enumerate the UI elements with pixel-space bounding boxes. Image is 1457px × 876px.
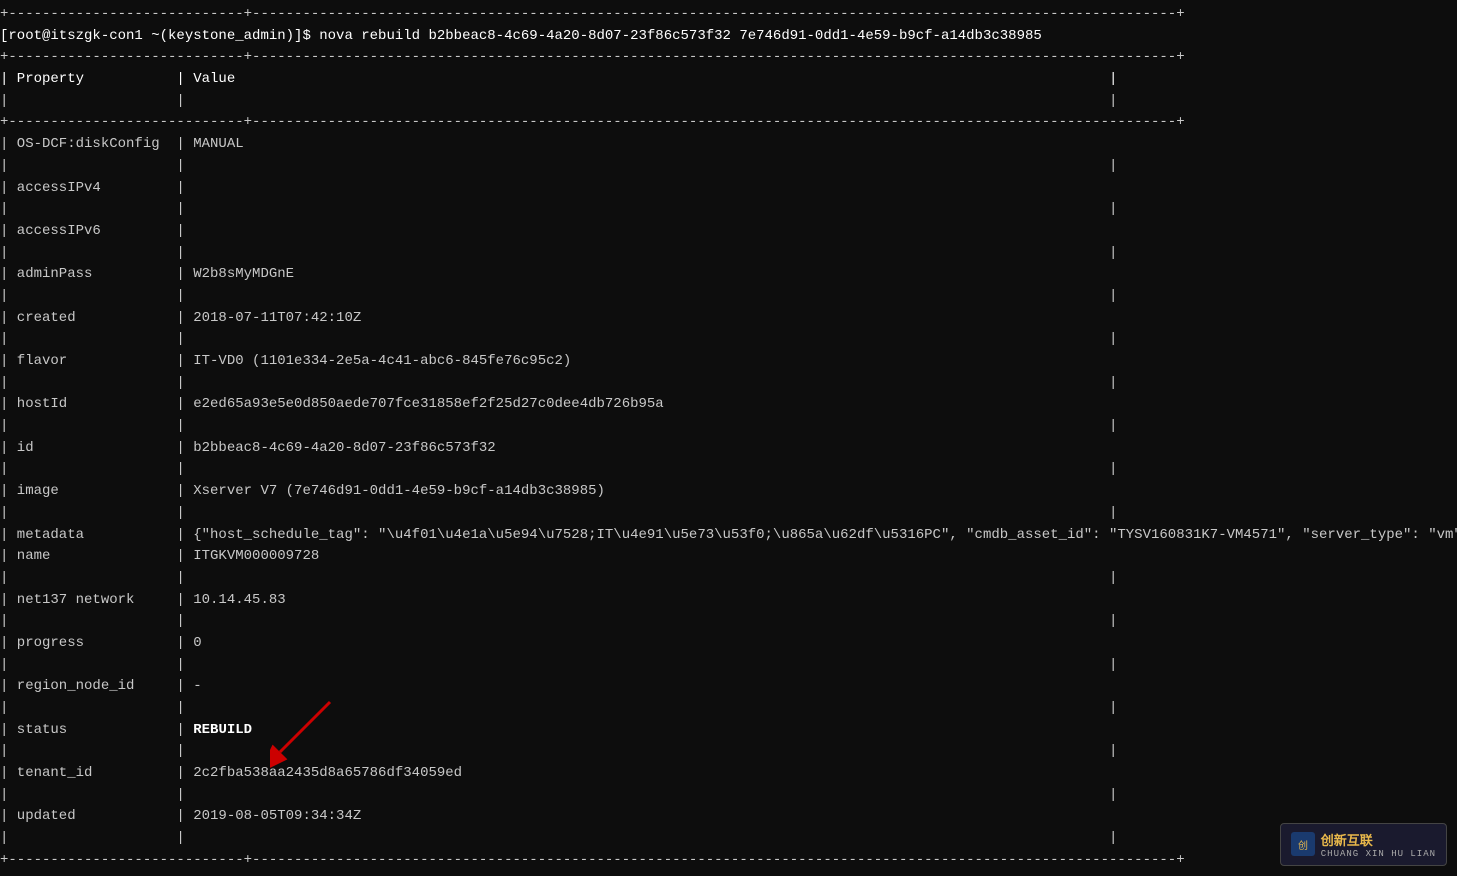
separator-after-command: +----------------------------+----------… [0, 47, 1457, 69]
table-row-group: | accessIPv6 | [0, 221, 1457, 243]
table-row: | hostId | e2ed65a93e5e0d850aede707fce31… [0, 394, 1457, 416]
row-pipe: | | | [0, 199, 1457, 221]
header-separator: +----------------------------+----------… [0, 112, 1457, 134]
row-pipe: | | | [0, 698, 1457, 720]
table-row-group: | image | Xserver V7 (7e746d91-0dd1-4e59… [0, 481, 1457, 503]
row-pipe: | | | [0, 568, 1457, 590]
table-row-group: | tenant_id | 2c2fba538aa2435d8a65786df3… [0, 763, 1457, 785]
table-row: | progress | 0 [0, 633, 1457, 655]
table-row-group: | adminPass | W2b8sMyMDGnE [0, 264, 1457, 286]
row-pipe: | | | [0, 416, 1457, 438]
table-row: | created | 2018-07-11T07:42:10Z [0, 308, 1457, 330]
table-row: | id | b2bbeac8-4c69-4a20-8d07-23f86c573… [0, 438, 1457, 460]
table-row: | tenant_id | 2c2fba538aa2435d8a65786df3… [0, 763, 1457, 785]
top-separator: +----------------------------+----------… [0, 4, 1457, 26]
table-row-group: | region_node_id | - [0, 676, 1457, 698]
table-row: | updated | 2019-08-05T09:34:34Z [0, 806, 1457, 828]
table-row-group: | status | REBUILD [0, 720, 1457, 742]
row-pipe: | | | [0, 373, 1457, 395]
table-row-group: | accessIPv4 | [0, 178, 1457, 200]
row-pipe: | | | [0, 785, 1457, 807]
row-pipe: | | | [0, 611, 1457, 633]
table-row-group: | metadata | {"host_schedule_tag": "\u4f… [0, 525, 1457, 547]
command-line: [root@itszgk-con1 ~(keystone_admin)]$ no… [0, 26, 1457, 48]
row-pipe: | | | [0, 655, 1457, 677]
bottom-separator: +----------------------------+----------… [0, 850, 1457, 872]
table-row-group: | OS-DCF:diskConfig | MANUAL [0, 134, 1457, 156]
table-row: | status | REBUILD [0, 720, 1457, 742]
row-pipe: | | | [0, 286, 1457, 308]
table-row: | image | Xserver V7 (7e746d91-0dd1-4e59… [0, 481, 1457, 503]
table-row: | name | ITGKVM000009728 [0, 546, 1457, 568]
row-pipe: | | | [0, 243, 1457, 265]
terminal-window: +----------------------------+----------… [0, 0, 1457, 876]
table-row: | net137 network | 10.14.45.83 [0, 590, 1457, 612]
header-pipe-row: | | | [0, 91, 1457, 113]
row-pipe: | | | [0, 459, 1457, 481]
table-row-group: | id | b2bbeac8-4c69-4a20-8d07-23f86c573… [0, 438, 1457, 460]
table-row-group: | name | ITGKVM000009728 [0, 546, 1457, 568]
table-row: | metadata | {"host_schedule_tag": "\u4f… [0, 525, 1457, 547]
watermark-text: 创新互联 [1321, 830, 1436, 849]
table-row: | accessIPv6 | [0, 221, 1457, 243]
table-row-group: | progress | 0 [0, 633, 1457, 655]
watermark-subtext: CHUANG XIN HU LIAN [1321, 849, 1436, 859]
row-pipe: | | | [0, 828, 1457, 850]
watermark-icon: 创 [1291, 832, 1315, 856]
table-row: | OS-DCF:diskConfig | MANUAL [0, 134, 1457, 156]
table-row: | region_node_id | - [0, 676, 1457, 698]
table-row: | flavor | IT-VD0 (1101e334-2e5a-4c41-ab… [0, 351, 1457, 373]
watermark: 创 创新互联 CHUANG XIN HU LIAN [1280, 823, 1447, 866]
row-pipe: | | | [0, 329, 1457, 351]
status-value: REBUILD [193, 722, 252, 738]
row-pipe: | | | [0, 503, 1457, 525]
table-row-group: | net137 network | 10.14.45.83 [0, 590, 1457, 612]
row-pipe: | | | [0, 156, 1457, 178]
table-row: | adminPass | W2b8sMyMDGnE [0, 264, 1457, 286]
table-row: | accessIPv4 | [0, 178, 1457, 200]
svg-text:创: 创 [1298, 839, 1308, 852]
row-pipe: | | | [0, 741, 1457, 763]
header-row: | Property | Value | [0, 69, 1457, 91]
table-row-group: | updated | 2019-08-05T09:34:34Z [0, 806, 1457, 828]
table-body: | OS-DCF:diskConfig | MANUAL| | || acces… [0, 134, 1457, 850]
table-row-group: | hostId | e2ed65a93e5e0d850aede707fce31… [0, 394, 1457, 416]
table-row-group: | flavor | IT-VD0 (1101e334-2e5a-4c41-ab… [0, 351, 1457, 373]
table-row-group: | created | 2018-07-11T07:42:10Z [0, 308, 1457, 330]
